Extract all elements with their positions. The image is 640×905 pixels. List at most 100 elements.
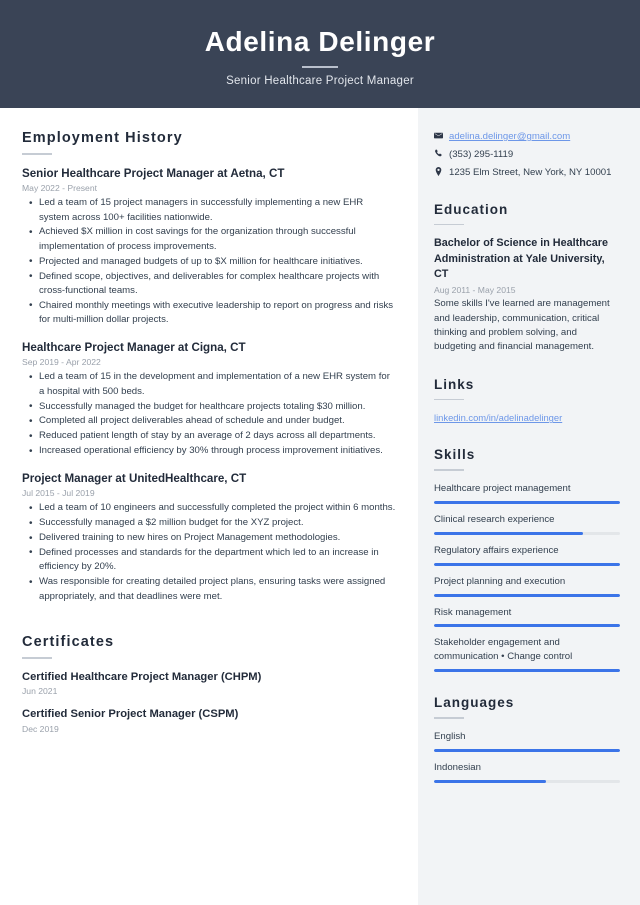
skill-level-track	[434, 531, 620, 535]
education-description: Some skills I've learned are management …	[434, 298, 610, 353]
skill-label: Healthcare project management	[434, 482, 571, 494]
job-date: Jul 2015 - Jul 2019	[22, 488, 95, 499]
skill-label: Regulatory affairs experience	[434, 544, 559, 556]
job-bullet: Defined scope, objectives, and deliverab…	[22, 269, 396, 299]
job-bullet: Defined processes and standards for the …	[22, 545, 396, 575]
job-bullet: Completed all project deliverables ahead…	[22, 414, 396, 429]
language-item: English	[434, 730, 620, 752]
language-level-track	[434, 779, 620, 783]
job-title: Healthcare Project Manager at Cigna, CT	[22, 340, 246, 354]
heading-underline	[434, 398, 464, 401]
employment-entry: Project Manager at UnitedHealthcare, CT …	[22, 471, 396, 604]
section-languages: Languages English Indonesian	[434, 695, 620, 783]
education-date: Aug 2011 - May 2015	[434, 285, 516, 296]
skill-level-track	[434, 562, 620, 566]
section-education: Education Bachelor of Science in Healthc…	[434, 202, 620, 355]
skill-level-track	[434, 593, 620, 597]
phone-icon	[434, 148, 449, 158]
job-bullet: Led a team of 15 project managers in suc…	[22, 196, 396, 225]
heading-underline	[22, 153, 52, 155]
section-skills: Skills Healthcare project management Cli…	[434, 447, 620, 673]
certificate-date: Jun 2021	[22, 686, 58, 697]
certificate-title: Certified Senior Project Manager (CSPM)	[22, 708, 239, 721]
education-heading: Education	[434, 201, 509, 217]
job-date: May 2022 - Present	[22, 183, 97, 194]
address-text: 1235 Elm Street, New York, NY 10001	[449, 166, 612, 178]
skill-level-track	[434, 669, 620, 673]
job-bullet: Reduced patient length of stay by an ave…	[22, 429, 396, 444]
certificate-entry: Certified Senior Project Manager (CSPM) …	[22, 707, 396, 734]
skill-level-track	[434, 624, 620, 628]
heading-underline	[22, 657, 52, 659]
job-bullets: Led a team of 15 in the development and …	[22, 370, 396, 459]
job-bullet: Chaired monthly meetings with executive …	[22, 298, 396, 328]
language-label: Indonesian	[434, 761, 481, 773]
heading-underline	[434, 223, 464, 226]
sidebar-column: adelina.delinger@gmail.com (353) 295-111…	[418, 108, 640, 905]
language-item: Indonesian	[434, 761, 620, 783]
job-bullet: Successfully managed the budget for heal…	[22, 399, 396, 414]
linkedin-link[interactable]: linkedin.com/in/adelinadelinger	[434, 411, 620, 425]
job-title: Project Manager at UnitedHealthcare, CT	[22, 471, 247, 485]
candidate-job-title: Senior Healthcare Project Manager	[226, 74, 414, 87]
language-level-fill	[434, 748, 620, 752]
skill-level-fill	[434, 562, 620, 566]
job-bullet: Projected and managed budgets of up to $…	[22, 254, 396, 269]
certificate-date: Dec 2019	[22, 723, 59, 734]
skill-label: Risk management	[434, 606, 512, 618]
skill-item: Risk management	[434, 606, 620, 628]
certificate-title: Certified Healthcare Project Manager (CH…	[22, 670, 262, 683]
employment-entry: Senior Healthcare Project Manager at Aet…	[22, 166, 396, 328]
links-heading: Links	[434, 376, 475, 392]
job-bullet: Delivered training to new hires on Proje…	[22, 531, 396, 546]
skill-label: Project planning and execution	[434, 575, 566, 587]
main-column: Employment History Senior Healthcare Pro…	[0, 108, 418, 905]
section-employment-history: Employment History Senior Healthcare Pro…	[22, 130, 396, 604]
section-certificates: Certificates Certified Healthcare Projec…	[22, 634, 396, 734]
employment-history-heading: Employment History	[22, 130, 183, 146]
contact-details: adelina.delinger@gmail.com (353) 295-111…	[434, 130, 620, 180]
language-level-fill	[434, 779, 546, 783]
resume-body: Employment History Senior Healthcare Pro…	[0, 108, 640, 905]
skills-heading: Skills	[434, 447, 476, 463]
job-title: Senior Healthcare Project Manager at Aet…	[22, 166, 285, 180]
candidate-name: Adelina Delinger	[204, 26, 436, 58]
skill-label: Clinical research experience	[434, 513, 555, 525]
education-title: Bachelor of Science in Healthcare Admini…	[434, 237, 609, 280]
skill-item: Stakeholder engagement and communication…	[434, 636, 620, 673]
envelope-icon	[434, 130, 449, 140]
location-pin-icon	[434, 166, 449, 176]
skill-item: Clinical research experience	[434, 513, 620, 535]
certificates-heading: Certificates	[22, 634, 115, 651]
section-links: Links linkedin.com/in/adelinadelinger	[434, 377, 620, 426]
resume-page: Adelina Delinger Senior Healthcare Proje…	[0, 0, 640, 905]
skill-level-fill	[434, 669, 620, 673]
skill-level-track	[434, 500, 620, 504]
job-bullet: Led a team of 15 in the development and …	[22, 370, 396, 399]
job-bullets: Led a team of 10 engineers and successfu…	[22, 501, 396, 604]
heading-underline	[434, 469, 464, 471]
skill-item: Healthcare project management	[434, 482, 620, 504]
skill-item: Regulatory affairs experience	[434, 544, 620, 566]
contact-row-address: 1235 Elm Street, New York, NY 10001	[434, 166, 620, 180]
job-bullet: Increased operational efficiency by 30% …	[22, 444, 396, 459]
phone-number: (353) 295-1119	[449, 148, 514, 160]
language-level-track	[434, 748, 620, 752]
skill-level-fill	[434, 624, 620, 628]
employment-entry: Healthcare Project Manager at Cigna, CT …	[22, 340, 396, 459]
skill-level-fill	[434, 593, 620, 597]
languages-heading: Languages	[434, 695, 515, 711]
skill-level-fill	[434, 500, 620, 504]
job-bullet: Was responsible for creating detailed pr…	[22, 575, 396, 604]
skill-level-fill	[434, 531, 583, 535]
email-link[interactable]: adelina.delinger@gmail.com	[449, 130, 570, 144]
job-bullets: Led a team of 15 project managers in suc…	[22, 196, 396, 328]
job-bullet: Achieved $X million in cost savings for …	[22, 225, 396, 254]
heading-underline	[434, 717, 464, 719]
header-divider	[302, 66, 338, 68]
contact-row-email: adelina.delinger@gmail.com	[434, 130, 620, 144]
